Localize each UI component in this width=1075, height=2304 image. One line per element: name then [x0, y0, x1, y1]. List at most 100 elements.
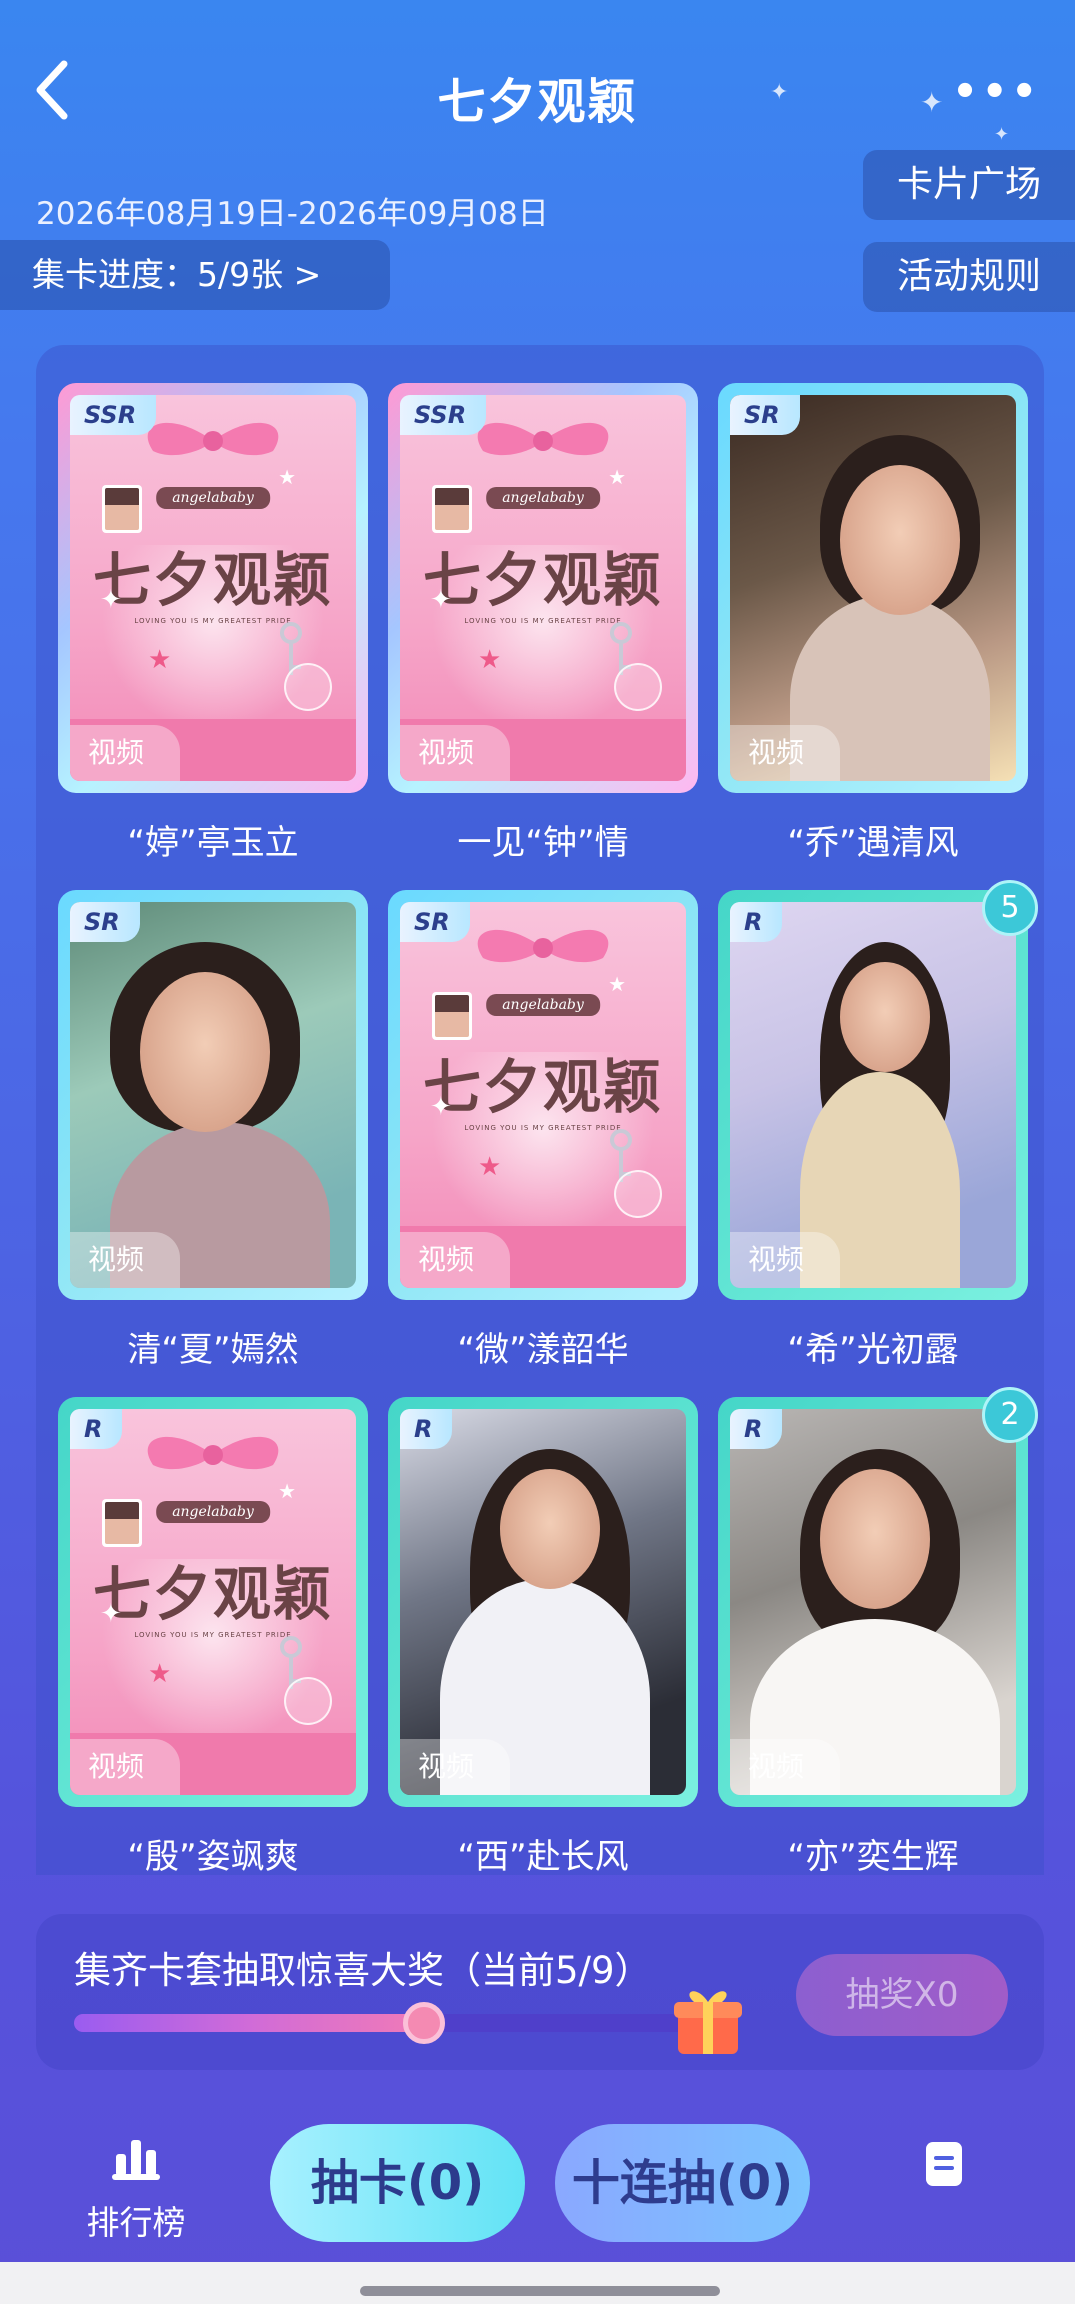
card-item[interactable]: angelababy 七夕观颖 LOVING YOU IS MY GREATES… — [388, 890, 698, 1371]
card-poster: angelababy 七夕观颖 LOVING YOU IS MY GREATES… — [70, 395, 356, 781]
collection-progress-button[interactable]: 集卡进度：5/9张 > — [0, 240, 390, 310]
video-tag: 视频 — [730, 725, 840, 781]
reward-progress-panel: 集齐卡套抽取惊喜大奖（当前5/9） 抽奖X0 — [36, 1914, 1044, 2070]
star-icon: ★ — [148, 1659, 172, 1689]
bubble-decoration — [284, 663, 332, 711]
leaderboard-button[interactable]: 排行榜 — [80, 2136, 192, 2244]
card-photo — [730, 1409, 1016, 1795]
draw-ten-button[interactable]: 十连抽(0) — [555, 2124, 810, 2242]
card-image: angelababy 七夕观颖 LOVING YOU IS MY GREATES… — [400, 902, 686, 1288]
leaderboard-icon — [112, 2140, 160, 2180]
rarity-badge: R — [70, 1409, 123, 1449]
star-icon: ★ — [148, 645, 172, 675]
event-rules-button[interactable]: 活动规则 — [863, 242, 1075, 312]
star-icon: ★ — [608, 465, 626, 489]
video-tag: 视频 — [400, 1739, 510, 1795]
card-item[interactable]: angelababy 七夕观颖 LOVING YOU IS MY GREATES… — [58, 1397, 368, 1878]
photo-face — [840, 465, 960, 615]
rarity-badge: R — [730, 1409, 783, 1449]
card-frame[interactable]: angelababy 七夕观颖 LOVING YOU IS MY GREATES… — [58, 383, 368, 793]
star-icon: ★ — [278, 1479, 296, 1503]
draw-one-button[interactable]: 抽卡(0) — [270, 2124, 525, 2242]
card-count-badge: 2 — [982, 1387, 1038, 1443]
home-indicator[interactable] — [360, 2286, 720, 2296]
card-grid-panel: angelababy 七夕观颖 LOVING YOU IS MY GREATES… — [36, 345, 1044, 1878]
card-name: 一见“钟”情 — [457, 823, 629, 863]
poster-tagline: LOVING YOU IS MY GREATEST PRIDE — [134, 1631, 292, 1639]
card-name: “婷”亭玉立 — [127, 823, 299, 863]
card-poster: angelababy 七夕观颖 LOVING YOU IS MY GREATES… — [400, 395, 686, 781]
card-name: 清“夏”嫣然 — [127, 1330, 299, 1370]
poster-tagline: LOVING YOU IS MY GREATEST PRIDE — [464, 1124, 622, 1132]
avatar — [102, 1499, 142, 1547]
card-item[interactable]: 视频 R 2 “亦”奕生辉 — [718, 1387, 1038, 1878]
photo-face — [500, 1469, 600, 1589]
card-name: “亦”奕生辉 — [787, 1837, 959, 1877]
leaderboard-label: 排行榜 — [86, 2203, 186, 2242]
poster-brand: angelababy — [486, 994, 600, 1016]
rarity-badge: SSR — [400, 395, 487, 435]
star-icon: ★ — [608, 972, 626, 996]
card-image: angelababy 七夕观颖 LOVING YOU IS MY GREATES… — [70, 1409, 356, 1795]
star-icon: ✦ — [430, 1092, 452, 1122]
card-image: angelababy 七夕观颖 LOVING YOU IS MY GREATES… — [400, 395, 686, 781]
card-count-badge: 5 — [982, 880, 1038, 936]
poster-brand: angelababy — [156, 1501, 270, 1523]
rarity-badge: SR — [400, 902, 470, 942]
card-square-button[interactable]: 卡片广场 — [863, 150, 1075, 220]
video-tag: 视频 — [70, 725, 180, 781]
avatar — [432, 485, 472, 533]
rarity-badge: SR — [70, 902, 140, 942]
reward-progress-text: 集齐卡套抽取惊喜大奖（当前5/9） — [74, 1949, 652, 1992]
card-frame[interactable]: 视频 SR — [718, 383, 1028, 793]
avatar — [432, 992, 472, 1040]
system-navigation-bar — [0, 2262, 1075, 2304]
card-poster: angelababy 七夕观颖 LOVING YOU IS MY GREATES… — [70, 1409, 356, 1795]
card-image: 视频 — [730, 902, 1016, 1288]
star-icon: ✦ — [100, 585, 122, 615]
photo-face — [140, 972, 270, 1132]
video-tag: 视频 — [70, 1232, 180, 1288]
card-frame[interactable]: 视频 R — [388, 1397, 698, 1807]
card-photo — [730, 395, 1016, 781]
card-item[interactable]: 视频 R “西”赴长风 — [388, 1397, 698, 1878]
rarity-badge: R — [400, 1409, 453, 1449]
card-frame[interactable]: 视频 SR — [58, 890, 368, 1300]
card-item[interactable]: 视频 SR “乔”遇清风 — [718, 383, 1028, 864]
page-title: 七夕观颖 — [437, 74, 638, 130]
rarity-badge: R — [730, 902, 783, 942]
rarity-badge: SSR — [70, 395, 157, 435]
bubble-decoration — [614, 1170, 662, 1218]
photo-face — [820, 1469, 930, 1609]
rarity-badge: SR — [730, 395, 800, 435]
lottery-button[interactable]: 抽奖X0 — [796, 1954, 1008, 2036]
card-image: angelababy 七夕观颖 LOVING YOU IS MY GREATES… — [70, 395, 356, 781]
more-options-icon[interactable]: ••• — [952, 72, 1041, 112]
card-frame[interactable]: angelababy 七夕观颖 LOVING YOU IS MY GREATES… — [388, 890, 698, 1300]
video-tag: 视频 — [730, 1739, 840, 1795]
bow-icon — [147, 1436, 279, 1470]
star-icon: ✦ — [100, 1599, 122, 1629]
card-frame[interactable]: 视频 R 2 — [718, 1387, 1038, 1807]
card-poster: angelababy 七夕观颖 LOVING YOU IS MY GREATES… — [400, 902, 686, 1288]
card-frame[interactable]: angelababy 七夕观颖 LOVING YOU IS MY GREATES… — [388, 383, 698, 793]
card-item[interactable]: 视频 R 5 “希”光初露 — [718, 880, 1038, 1371]
card-name: “微”漾韶华 — [457, 1330, 629, 1370]
card-photo — [400, 1409, 686, 1795]
video-tag: 视频 — [70, 1739, 180, 1795]
card-item[interactable]: angelababy 七夕观颖 LOVING YOU IS MY GREATES… — [388, 383, 698, 864]
video-tag: 视频 — [400, 1232, 510, 1288]
document-icon[interactable] — [924, 2140, 964, 2188]
card-photo — [730, 902, 1016, 1288]
bow-icon — [477, 929, 609, 963]
star-icon: ★ — [278, 465, 296, 489]
card-item[interactable]: 视频 SR 清“夏”嫣然 — [58, 890, 368, 1371]
card-photo — [70, 902, 356, 1288]
reward-progress-bar — [74, 2002, 704, 2044]
card-item[interactable]: angelababy 七夕观颖 LOVING YOU IS MY GREATES… — [58, 383, 368, 864]
gift-icon — [674, 1991, 742, 2054]
card-frame[interactable]: 视频 R 5 — [718, 880, 1038, 1300]
star-icon: ★ — [478, 645, 502, 675]
photo-face — [840, 962, 930, 1072]
card-frame[interactable]: angelababy 七夕观颖 LOVING YOU IS MY GREATES… — [58, 1397, 368, 1807]
